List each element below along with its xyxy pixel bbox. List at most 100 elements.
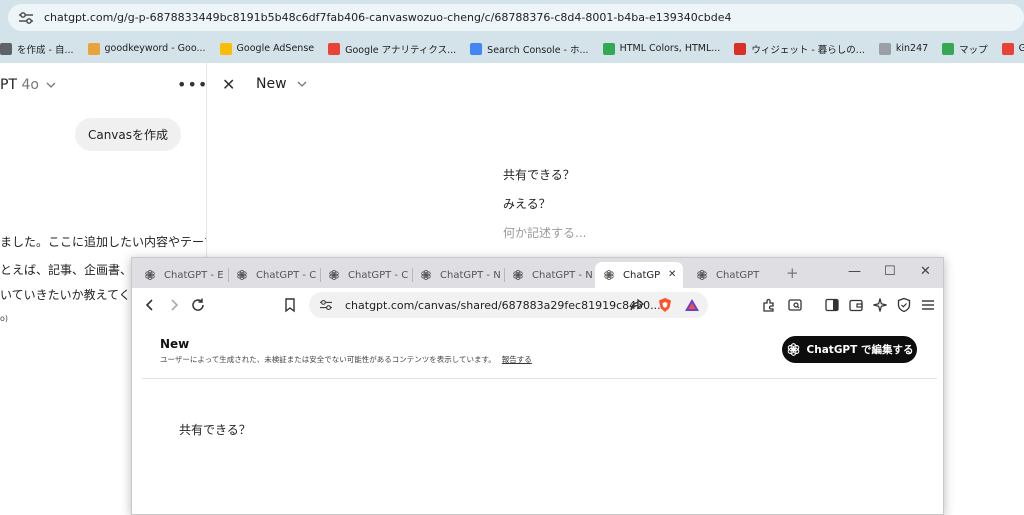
chatgpt-favicon-icon [513, 269, 523, 281]
shared-canvas-content: 共有できる？ [179, 423, 251, 437]
bookmark-item[interactable]: HTML Colors, HTML... [602, 42, 721, 55]
extensions-icon[interactable] [761, 297, 777, 313]
chatgpt-favicon-icon [421, 269, 431, 281]
model-name: PT [0, 77, 17, 93]
browser-tab[interactable]: ChatGPT - E [136, 262, 228, 288]
browser-toolbar: chatgpt.com/canvas/shared/687883a29fec81… [132, 288, 943, 322]
model-version: 4o [21, 77, 39, 93]
tab-label: ChatGPT - E [164, 269, 224, 281]
edit-in-chatgpt-button[interactable]: ChatGPT で編集する [782, 336, 917, 363]
chevron-down-icon [46, 82, 56, 88]
bookmark-item[interactable]: ウィジェット - 暮らしの... [734, 42, 865, 56]
chevron-down-icon [297, 81, 307, 87]
response-line: ました。ここに追加したい内容やテーマ [0, 235, 207, 249]
address-url[interactable]: chatgpt.com/canvas/shared/687883a29fec81… [345, 299, 661, 312]
edit-button-label: ChatGPT で編集する [806, 344, 914, 356]
window-close-button[interactable]: ✕ [920, 264, 931, 279]
sidebar-icon[interactable] [824, 297, 840, 313]
canvas-title: New [256, 76, 287, 92]
tab-label: ChatGPT [716, 269, 760, 281]
unverified-content-notice: ユーザーによって生成された、未検証または安全でない可能性があるコンテンツを表示し… [160, 354, 532, 365]
site-settings-icon[interactable] [319, 299, 333, 311]
page-title: New [160, 337, 190, 351]
bookmark-label: マップ [959, 44, 988, 56]
share-icon[interactable] [629, 297, 645, 313]
chatgpt-favicon-icon [697, 269, 707, 281]
tab-close-icon[interactable]: ✕ [668, 269, 676, 280]
browser-tab[interactable]: ChatGPT - N [504, 262, 595, 288]
bookmark-item[interactable]: goodkeyword - Goo... [87, 42, 206, 55]
canvas-placeholder[interactable]: 何か記述する... [503, 224, 586, 241]
bookmark-favicon-icon [219, 42, 232, 55]
notice-text: ユーザーによって生成された、未検証または安全でない可能性があるコンテンツを表示し… [160, 355, 496, 364]
bookmark-favicon-icon [470, 42, 483, 55]
chatgpt-favicon-icon [237, 269, 247, 281]
bookmark-favicon-icon [734, 42, 747, 55]
tab-label: ChatGPT - C [348, 269, 409, 281]
bookmark-label: goodkeyword - Goo... [104, 43, 206, 54]
browser-tab[interactable]: ChatGPT - N [412, 262, 504, 288]
report-link[interactable]: 報告する [502, 355, 532, 364]
bookmark-item[interactable]: kin247 [878, 42, 929, 55]
create-canvas-button[interactable]: Canvasを作成 [75, 118, 181, 151]
bookmark-favicon-icon [878, 42, 891, 55]
bookmark-favicon-icon [602, 42, 615, 55]
bookmark-label: Gmail [1018, 43, 1024, 54]
bookmark-label: Google アナリティクス... [345, 44, 457, 56]
chatgpt-favicon-icon [329, 269, 339, 281]
brave-shields-icon[interactable] [657, 297, 673, 313]
shared-page-header: New ユーザーによって生成された、未検証または安全でない可能性があるコンテンツ… [142, 322, 937, 379]
browser-url-bar: chatgpt.com/g/g-p-6878833449bc8191b5b48c… [0, 0, 1024, 34]
menu-icon[interactable] [920, 297, 936, 313]
bookmark-icon[interactable] [282, 297, 298, 313]
bookmark-favicon-icon [942, 42, 955, 55]
leo-ai-icon[interactable] [872, 297, 888, 313]
address-bar[interactable]: chatgpt.com/canvas/shared/687883a29fec81… [309, 292, 708, 318]
canvas-text-line[interactable]: みえる？ [503, 195, 551, 212]
tab-label: ChatGPT - N [532, 269, 593, 281]
bookmark-item[interactable]: Gmail [1001, 42, 1024, 55]
bookmark-item[interactable]: マップ [942, 42, 988, 56]
minimize-button[interactable]: — [848, 264, 861, 279]
bookmark-label: HTML Colors, HTML... [619, 43, 721, 54]
tab-label: ChatGP [623, 269, 661, 281]
bookmark-item[interactable]: Google AdSense [219, 42, 315, 55]
chatgpt-favicon-icon [604, 269, 614, 281]
response-fragment: o) [0, 314, 9, 323]
canvas-text-line[interactable]: 共有できる？ [503, 166, 575, 183]
bookmark-label: Search Console - ホ... [487, 44, 589, 56]
back-icon[interactable] [142, 297, 158, 313]
bookmark-label: Google AdSense [236, 43, 315, 54]
browser-tab[interactable]: ChatGPT - C [320, 262, 412, 288]
bookmark-label: ウィジェット - 暮らしの... [751, 44, 865, 56]
bookmark-favicon-icon [328, 42, 341, 55]
site-settings-icon[interactable] [18, 11, 34, 25]
bookmark-item[interactable]: Search Console - ホ... [470, 42, 589, 56]
bookmark-item[interactable]: Google アナリティクス... [328, 42, 456, 56]
chatgpt-favicon-icon [145, 269, 155, 281]
browser-tab[interactable]: ChatGPT [688, 262, 778, 288]
model-selector[interactable]: PT 4o [0, 77, 56, 93]
reload-icon[interactable] [190, 297, 206, 313]
bookmark-label: を作成 - 自... [17, 44, 74, 56]
maximize-button[interactable]: ☐ [884, 264, 896, 279]
more-options-button[interactable]: ••• [177, 75, 206, 94]
omnibox[interactable]: chatgpt.com/g/g-p-6878833449bc8191b5b48c… [8, 4, 1024, 31]
bookmarks-bar: を作成 - 自... goodkeyword - Goo... Google AdS… [0, 34, 1024, 63]
vpn-shield-icon[interactable] [896, 297, 912, 313]
brave-rewards-icon[interactable] [684, 297, 700, 313]
bookmark-favicon-icon [0, 42, 12, 55]
browser-tab[interactable]: ChatGPT - C [228, 262, 320, 288]
bookmark-favicon-icon [87, 42, 100, 55]
close-canvas-button[interactable]: ✕ [222, 75, 235, 94]
openai-logo-icon [787, 343, 799, 356]
new-tab-button[interactable]: + [786, 264, 799, 282]
forward-icon[interactable] [166, 297, 182, 313]
bookmark-label: kin247 [895, 43, 929, 54]
url-text[interactable]: chatgpt.com/g/g-p-6878833449bc8191b5b48c… [44, 11, 732, 24]
shared-canvas-window: + — ☐ ✕ ChatGPT - E ChatGPT - C ChatGPT - … [131, 257, 944, 515]
reader-mode-icon[interactable] [787, 297, 803, 313]
canvas-title-selector[interactable]: New [256, 76, 307, 92]
bookmark-item[interactable]: を作成 - 自... [0, 42, 74, 56]
wallet-icon[interactable] [848, 297, 864, 313]
